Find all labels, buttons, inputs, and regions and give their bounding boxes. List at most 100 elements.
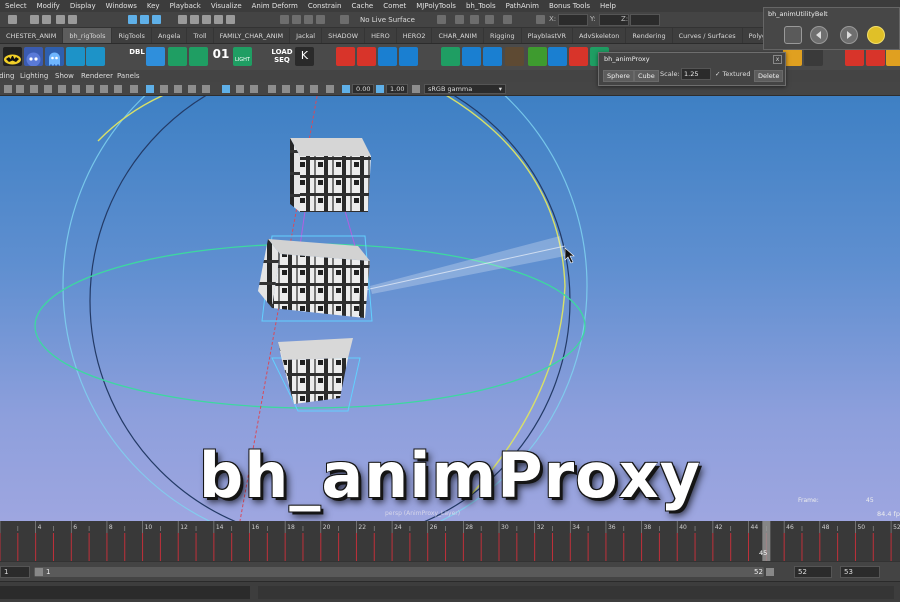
script-shelf-button-8[interactable] bbox=[378, 47, 397, 66]
new-scene-icon[interactable] bbox=[8, 15, 17, 24]
shelf-tab[interactable]: Curves / Surfaces bbox=[673, 28, 743, 43]
shelf-tab[interactable]: Troll bbox=[187, 28, 214, 43]
menu-item[interactable]: MJPolyTools bbox=[411, 0, 461, 12]
next-key-icon[interactable] bbox=[840, 26, 858, 44]
scale-field[interactable]: 1.25 bbox=[681, 68, 711, 80]
script-shelf-button-10[interactable] bbox=[441, 47, 460, 66]
menu-item[interactable]: Select bbox=[0, 0, 32, 12]
panel-menu-item[interactable]: Lighting bbox=[20, 70, 48, 82]
film-gate-icon[interactable] bbox=[72, 85, 80, 93]
snap-view-icon[interactable] bbox=[214, 15, 223, 24]
camera-icon[interactable] bbox=[784, 26, 802, 44]
input-ops-icon[interactable] bbox=[437, 15, 446, 24]
hud-icon[interactable] bbox=[326, 85, 334, 93]
script-shelf-button-9[interactable] bbox=[399, 47, 418, 66]
image-plane-icon[interactable] bbox=[44, 85, 52, 93]
shelf-tab[interactable]: CHESTER_ANIM bbox=[0, 28, 64, 43]
bookmarks-icon[interactable] bbox=[30, 85, 38, 93]
menu-item[interactable]: Key bbox=[142, 0, 165, 12]
snap-surface-icon[interactable] bbox=[226, 15, 235, 24]
script-shelf-button-14[interactable] bbox=[569, 47, 588, 66]
batman-shelf-icon[interactable] bbox=[3, 47, 22, 66]
script-shelf-button-6[interactable] bbox=[336, 47, 355, 66]
shelf-tab[interactable]: FAMILY_CHAR_ANIM bbox=[214, 28, 291, 43]
shelf-tab[interactable]: Jackal bbox=[290, 28, 323, 43]
mask-shelf-icon[interactable] bbox=[24, 47, 43, 66]
range-start-handle[interactable] bbox=[35, 568, 43, 576]
shelf-tab[interactable]: AdvSkeleton bbox=[573, 28, 627, 43]
sphere-button[interactable]: Sphere bbox=[603, 70, 634, 82]
script-shelf-button-4[interactable] bbox=[168, 47, 187, 66]
shelf-tab[interactable]: HERO2 bbox=[397, 28, 433, 43]
menu-item[interactable]: Comet bbox=[378, 0, 411, 12]
menu-item[interactable]: Bonus Tools bbox=[544, 0, 595, 12]
script-shelf-button-12[interactable] bbox=[483, 47, 502, 66]
redo-icon[interactable] bbox=[68, 15, 77, 24]
script-shelf-button-3[interactable] bbox=[146, 47, 165, 66]
delete-button[interactable]: Delete bbox=[754, 70, 784, 82]
shelf-tab[interactable]: HERO bbox=[365, 28, 397, 43]
save-scene-icon[interactable] bbox=[42, 15, 51, 24]
menu-item[interactable]: Playback bbox=[165, 0, 206, 12]
cube-button[interactable]: Cube bbox=[634, 70, 659, 82]
exposure-icon[interactable] bbox=[342, 85, 350, 93]
proxy-cube-middle[interactable] bbox=[258, 239, 370, 318]
snap-curve-icon[interactable] bbox=[190, 15, 199, 24]
k-shelf-button[interactable]: K bbox=[295, 47, 314, 66]
playback-end-field[interactable]: 52 bbox=[794, 566, 832, 578]
character-shelf-icon[interactable] bbox=[505, 47, 524, 66]
panel-menu-item[interactable]: Panels bbox=[117, 70, 140, 82]
script-shelf-button-5[interactable] bbox=[189, 47, 208, 66]
select-hierarchy-icon[interactable] bbox=[128, 15, 137, 24]
panel-menu-item[interactable]: Show bbox=[55, 70, 74, 82]
command-input[interactable] bbox=[0, 586, 250, 599]
shelf-tab[interactable]: CHAR_ANIM bbox=[432, 28, 484, 43]
script-shelf-button-1[interactable] bbox=[66, 47, 85, 66]
sculpt-icon[interactable] bbox=[485, 15, 494, 24]
snap-grid-icon[interactable] bbox=[178, 15, 187, 24]
symmetry-icon[interactable] bbox=[455, 15, 464, 24]
menu-item[interactable]: Windows bbox=[101, 0, 142, 12]
motion-blur-icon[interactable] bbox=[282, 85, 290, 93]
light-shelf-button[interactable]: LIGHT bbox=[233, 47, 252, 66]
color-management-icon[interactable] bbox=[412, 85, 420, 93]
shadows-icon[interactable] bbox=[202, 85, 210, 93]
xray-icon[interactable] bbox=[236, 85, 244, 93]
select-component-icon[interactable] bbox=[152, 15, 161, 24]
isolate-select-icon[interactable] bbox=[222, 85, 230, 93]
open-scene-icon[interactable] bbox=[30, 15, 39, 24]
snap-point-icon[interactable] bbox=[202, 15, 211, 24]
script-shelf-button-11[interactable] bbox=[462, 47, 481, 66]
menu-item[interactable]: bh_Tools bbox=[461, 0, 501, 12]
antialias-icon[interactable] bbox=[296, 85, 304, 93]
shelf-tab[interactable]: SHADOW bbox=[322, 28, 366, 43]
lights-icon[interactable] bbox=[188, 85, 196, 93]
menu-item[interactable]: Cache bbox=[346, 0, 378, 12]
script-shelf-button-13[interactable] bbox=[548, 47, 567, 66]
dof-icon[interactable] bbox=[310, 85, 318, 93]
previous-key-icon[interactable] bbox=[810, 26, 828, 44]
wireframe-icon[interactable] bbox=[146, 85, 154, 93]
animation-start-field[interactable]: 1 bbox=[0, 566, 30, 578]
range-bar[interactable] bbox=[34, 567, 764, 577]
proxy-cube-top[interactable] bbox=[290, 138, 371, 212]
magnet-icon[interactable] bbox=[340, 15, 349, 24]
gate-mask-icon[interactable] bbox=[100, 85, 108, 93]
gamma-field[interactable]: 1.00 bbox=[386, 84, 408, 94]
exposure-field[interactable]: 0.00 bbox=[352, 84, 374, 94]
render-settings-icon[interactable] bbox=[316, 15, 325, 24]
menu-item[interactable]: Constrain bbox=[303, 0, 347, 12]
camera-attributes-icon[interactable] bbox=[16, 85, 24, 93]
panel-menu-item[interactable]: Renderer bbox=[81, 70, 113, 82]
resolution-gate-icon[interactable] bbox=[86, 85, 94, 93]
script-shelf-button-7[interactable] bbox=[357, 47, 376, 66]
z-field[interactable] bbox=[630, 14, 660, 26]
select-camera-icon[interactable] bbox=[4, 85, 12, 93]
xray-joints-icon[interactable] bbox=[250, 85, 258, 93]
menu-item[interactable]: Display bbox=[65, 0, 101, 12]
undo-icon[interactable] bbox=[56, 15, 65, 24]
lime-shelf-icon[interactable] bbox=[528, 47, 547, 66]
select-object-icon[interactable] bbox=[140, 15, 149, 24]
menu-item[interactable]: Anim Deform bbox=[247, 0, 303, 12]
safe-action-icon[interactable] bbox=[130, 85, 138, 93]
